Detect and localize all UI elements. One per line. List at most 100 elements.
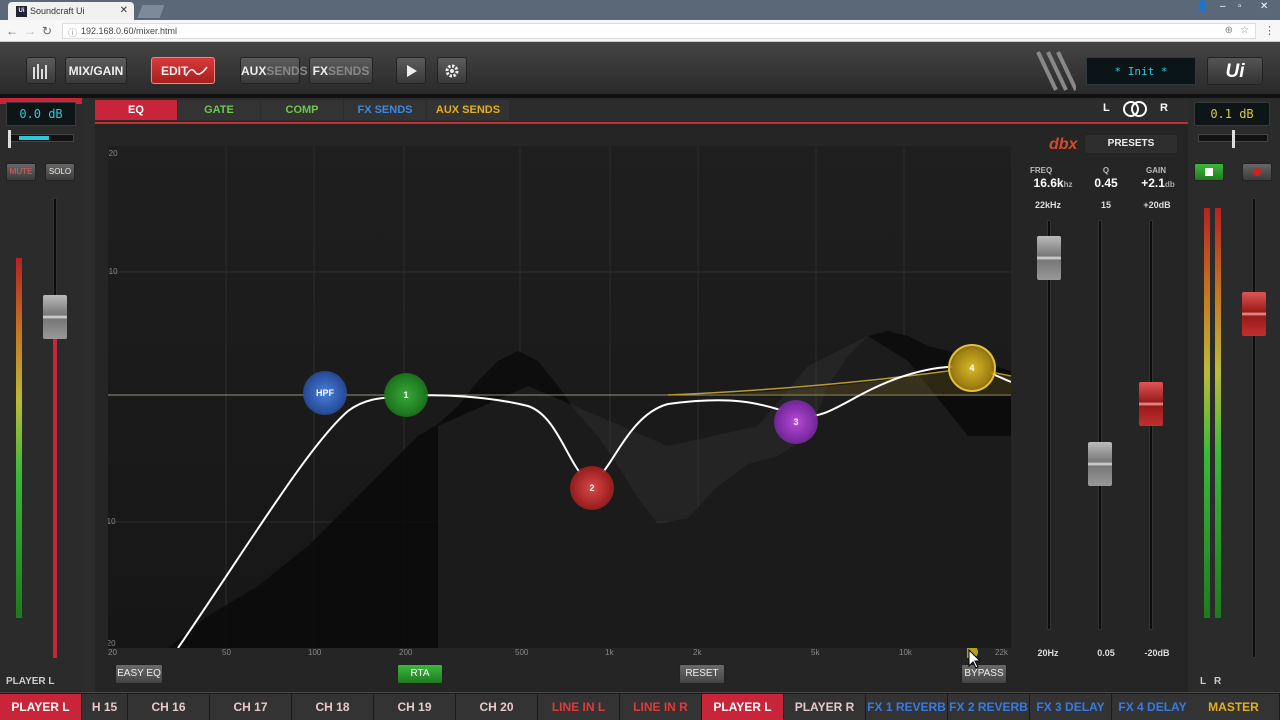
tab-eq[interactable]: EQ: [95, 100, 177, 120]
channel-button[interactable]: LINE IN R: [620, 694, 702, 720]
channel-button[interactable]: H 15: [82, 694, 128, 720]
tab-title: Soundcraft Ui: [30, 6, 85, 16]
eq-graph-svg: +20 +10 0 -10 -20: [104, 146, 1012, 649]
pan-slider[interactable]: [8, 134, 74, 142]
fx-sends-label: SENDS: [328, 64, 370, 78]
band2-node[interactable]: 2: [570, 466, 614, 510]
settings-button[interactable]: [437, 57, 467, 84]
close-window-icon[interactable]: ✕: [1260, 1, 1268, 12]
tab-gate[interactable]: GATE: [178, 100, 260, 120]
y-tick-n10: -10: [108, 517, 116, 526]
channel-button[interactable]: CH 20: [456, 694, 538, 720]
browser-chrome: Ui Soundcraft Ui ✕ 👤 – ▫ ✕ ← → ↻ ⓘ 192.1…: [0, 0, 1280, 42]
meters-button[interactable]: [26, 57, 56, 84]
reset-button[interactable]: RESET: [679, 664, 725, 684]
favicon-icon: Ui: [16, 6, 27, 17]
aux-sends-button[interactable]: AUXSENDS: [240, 57, 308, 84]
tab-fx-sends[interactable]: FX SENDS: [344, 100, 426, 120]
channel-button[interactable]: PLAYER L: [0, 694, 82, 720]
x-tick: 200: [399, 648, 413, 657]
mix-gain-button[interactable]: MIX/GAIN: [65, 57, 127, 84]
freq-fader-track[interactable]: [1047, 220, 1051, 630]
user-icon[interactable]: 👤: [1196, 1, 1208, 12]
url-field[interactable]: ⓘ 192.168.0.60/mixer.html ⊕ ☆: [62, 23, 1256, 39]
aux-label: AUX: [241, 64, 267, 78]
tab-aux-sends[interactable]: AUX SENDS: [427, 100, 509, 120]
fx-sends-button[interactable]: FXSENDS: [309, 57, 373, 84]
master-fader-knob[interactable]: [1242, 292, 1266, 336]
channel-button[interactable]: CH 17: [210, 694, 292, 720]
play-button[interactable]: [396, 57, 426, 84]
close-tab-icon[interactable]: ✕: [120, 5, 128, 16]
master-fader-track[interactable]: [1252, 198, 1256, 658]
x-axis-ticks: 20 50 100 200 500 1k 2k 5k 10k 22k: [108, 648, 1011, 660]
pan-handle[interactable]: [8, 130, 11, 148]
x-tick: 22k: [995, 648, 1008, 657]
url-text: 192.168.0.60/mixer.html: [81, 26, 178, 36]
master-balance-handle[interactable]: [1232, 130, 1235, 148]
zoom-icon[interactable]: ⊕: [1225, 25, 1233, 36]
channel-button[interactable]: PLAYER L: [702, 694, 784, 720]
gain-value: +2.1db: [1128, 176, 1188, 190]
main-area: EQ GATE COMP FX SENDS AUX SENDS L R 20 1…: [82, 98, 1188, 692]
channel-button[interactable]: MASTER: [1188, 694, 1280, 720]
channel-button[interactable]: CH 19: [374, 694, 456, 720]
x-tick: 50: [222, 648, 231, 657]
master-level-readout: 0.1 dB: [1194, 102, 1270, 126]
ui-logo-button[interactable]: Ui: [1207, 57, 1263, 85]
maximize-icon[interactable]: ▫: [1238, 1, 1242, 12]
rta-button[interactable]: RTA: [397, 664, 443, 684]
mute-button[interactable]: MUTE: [6, 163, 36, 181]
stereo-link-icon[interactable]: [1122, 100, 1148, 118]
band4-node[interactable]: 4: [948, 344, 996, 392]
q-max: 15: [1100, 200, 1111, 210]
channel-button[interactable]: FX 4 DELAY: [1112, 694, 1194, 720]
band1-node[interactable]: 1: [384, 373, 428, 417]
left-level-readout: 0.0 dB: [6, 102, 76, 126]
band3-node[interactable]: 3: [774, 400, 818, 444]
edit-button[interactable]: EDIT: [151, 57, 215, 84]
x-tick: 10k: [899, 648, 912, 657]
solo-button[interactable]: SOLO: [45, 163, 75, 181]
gain-min: -20dB: [1144, 648, 1170, 658]
eq-graph[interactable]: +20 +10 0 -10 -20 HPF 1 2 3 4: [104, 146, 1012, 649]
x-tick: 100: [308, 648, 322, 657]
y-tick-10: +10: [108, 267, 118, 276]
q-fader-knob[interactable]: [1088, 442, 1112, 486]
easy-eq-button[interactable]: EASY EQ: [115, 664, 163, 684]
channel-button[interactable]: PLAYER R: [784, 694, 866, 720]
channel-button[interactable]: FX 1 REVERB: [866, 694, 948, 720]
info-icon: ⓘ: [68, 28, 78, 38]
q-min: 0.05: [1097, 648, 1115, 658]
soundcraft-stripes-logo: [1036, 51, 1076, 91]
back-icon[interactable]: ←: [6, 24, 18, 38]
stereo-right-label: R: [1160, 102, 1168, 114]
x-tick: 2k: [693, 648, 702, 657]
channel-button[interactable]: FX 2 REVERB: [948, 694, 1030, 720]
menu-icon[interactable]: ⋮: [1264, 24, 1275, 37]
presets-button[interactable]: PRESETS: [1084, 134, 1178, 154]
bookmark-star-icon[interactable]: ☆: [1240, 25, 1249, 36]
tab-comp[interactable]: COMP: [261, 100, 343, 120]
stop-icon: [1205, 168, 1213, 176]
channel-button[interactable]: CH 18: [292, 694, 374, 720]
gear-icon: [445, 64, 459, 78]
channel-button[interactable]: CH 16: [128, 694, 210, 720]
channel-button[interactable]: FX 3 DELAY: [1030, 694, 1112, 720]
left-fader-knob[interactable]: [43, 295, 67, 339]
minimize-icon[interactable]: –: [1220, 1, 1226, 12]
left-channel-strip: 0.0 dB MUTE SOLO PLAYER L: [0, 98, 82, 692]
fx-label: FX: [312, 64, 328, 78]
meter-l-label: L: [1200, 676, 1207, 687]
browser-tab[interactable]: Ui Soundcraft Ui ✕: [8, 2, 134, 20]
gain-fader-knob[interactable]: [1139, 382, 1163, 426]
record-button[interactable]: [1242, 163, 1272, 181]
new-tab-button[interactable]: [137, 5, 165, 18]
freq-fader-knob[interactable]: [1037, 236, 1061, 280]
reload-icon[interactable]: ↻: [42, 24, 52, 38]
master-play-button[interactable]: [1194, 163, 1224, 181]
q-fader-track[interactable]: [1098, 220, 1102, 630]
forward-icon[interactable]: →: [24, 24, 36, 38]
channel-button[interactable]: LINE IN L: [538, 694, 620, 720]
hpf-node[interactable]: HPF: [303, 371, 347, 415]
